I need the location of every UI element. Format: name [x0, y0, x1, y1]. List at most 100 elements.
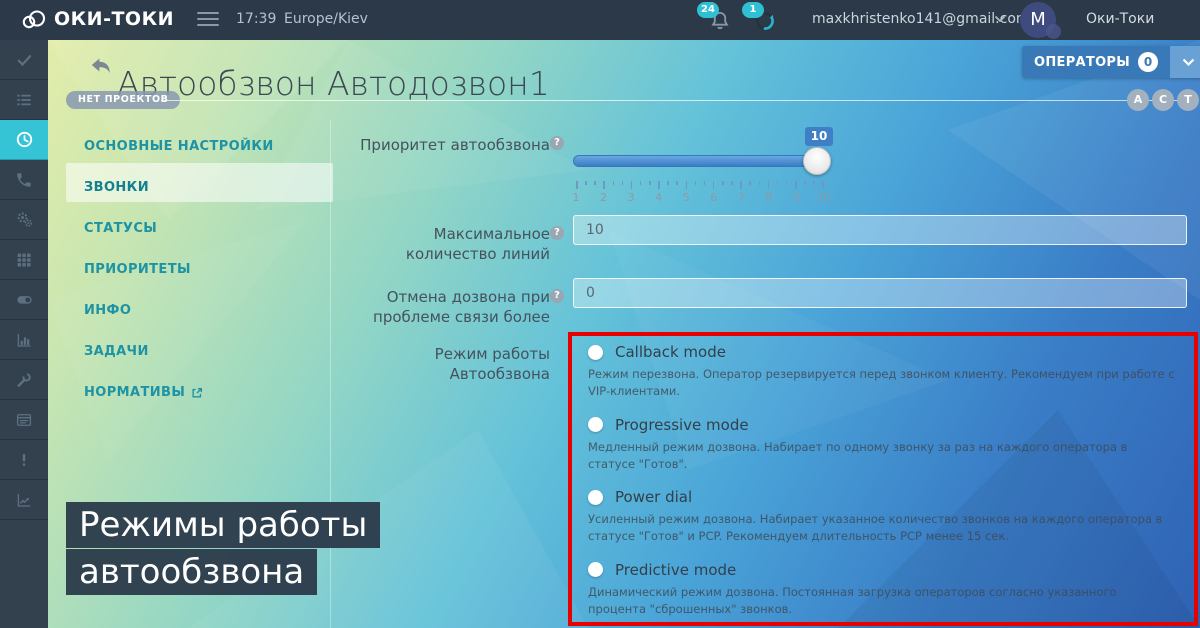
- slider-tick: [667, 181, 669, 185]
- slider-tick: [631, 181, 633, 189]
- settings-menu-item[interactable]: НОРМАТИВЫ: [84, 372, 334, 413]
- mode-option[interactable]: Callback modeРежим перезвона. Оператор р…: [588, 343, 1178, 401]
- sidebar-item-reports-bar-chart[interactable]: [0, 320, 48, 360]
- slider-tick: [576, 181, 578, 189]
- slider-tick: [686, 181, 688, 189]
- priority-slider-value: 10: [805, 127, 833, 146]
- radio-icon[interactable]: [588, 490, 603, 505]
- slider-tick: [759, 181, 761, 185]
- exclamation-icon: [15, 451, 33, 469]
- max-lines-help-icon[interactable]: ?: [550, 226, 564, 240]
- sidebar-item-settings-gears[interactable]: [0, 200, 48, 240]
- history-button[interactable]: 1: [752, 8, 778, 34]
- avatar-status-dot: [1046, 24, 1061, 39]
- card-icon: [15, 411, 33, 429]
- max-lines-label: Максимальное количество линий: [350, 224, 550, 264]
- chevron-down-icon[interactable]: [994, 15, 1006, 23]
- settings-menu-item[interactable]: ЗВОНКИ: [84, 167, 334, 208]
- priority-help-icon[interactable]: ?: [550, 136, 564, 150]
- sidebar-item-apps-grid[interactable]: [0, 240, 48, 280]
- cancel-dial-help-icon[interactable]: ?: [550, 289, 564, 303]
- sidebar-item-journal-card[interactable]: [0, 400, 48, 440]
- settings-menu-item-label: НОРМАТИВЫ: [84, 372, 185, 413]
- slider-tick: [722, 181, 724, 185]
- sidebar-item-autodialer-clock[interactable]: [0, 120, 48, 160]
- cancel-dial-input[interactable]: [573, 278, 1187, 308]
- radio-icon[interactable]: [588, 417, 603, 432]
- logo-text: ОКИ-ТОКИ: [54, 8, 174, 30]
- slider-tick: [813, 181, 815, 185]
- bar-chart-icon: [15, 331, 33, 349]
- sidebar-item-tasks-check[interactable]: [0, 40, 48, 80]
- operators-button[interactable]: ОПЕРАТОРЫ 0: [1022, 46, 1200, 78]
- slider-tick: [740, 181, 742, 189]
- settings-menu-item[interactable]: ЗАДАЧИ: [84, 331, 334, 372]
- sidebar-item-switches-toggle[interactable]: [0, 280, 48, 320]
- settings-menu-item[interactable]: ИНФО: [84, 290, 334, 331]
- line-chart-icon: [15, 491, 33, 509]
- slider-tick: [695, 181, 697, 185]
- slider-tick: [622, 181, 624, 185]
- slider-tick: [649, 181, 651, 185]
- timezone-label[interactable]: Europe/Kiev: [284, 11, 368, 27]
- settings-menu-item-label: ЗВОНКИ: [84, 167, 149, 208]
- menu-content-divider: [330, 120, 331, 628]
- radio-icon[interactable]: [588, 345, 603, 360]
- slider-tick: [585, 181, 587, 185]
- mode-option[interactable]: Power dial Усиленный режим дозвона. Набир…: [588, 488, 1178, 546]
- caption-text: автообзвона: [66, 549, 317, 595]
- letter-badge-a[interactable]: A: [1127, 89, 1149, 111]
- caption-text: Режимы работы: [66, 502, 380, 548]
- priority-slider-track[interactable]: [573, 155, 828, 167]
- sidebar-item-analytics-line-chart[interactable]: [0, 480, 48, 520]
- operators-button-label: ОПЕРАТОРЫ: [1034, 55, 1130, 70]
- mode-highlight-box: Callback modeРежим перезвона. Оператор р…: [568, 332, 1198, 626]
- slider-tick: [613, 181, 615, 185]
- settings-menu-item[interactable]: ПРИОРИТЕТЫ: [84, 249, 334, 290]
- top-bar: ОКИ-ТОКИ 17:39 Europe/Kiev 24 1 maxkhris…: [0, 0, 1200, 40]
- sidebar-item-calls-phone[interactable]: [0, 160, 48, 200]
- slider-tick-label: 5: [678, 191, 694, 204]
- letter-badges: ACT: [1127, 89, 1199, 111]
- back-button[interactable]: [88, 52, 114, 78]
- slider-tick-label: 10: [816, 191, 832, 204]
- slider-tick-label: 1: [568, 191, 584, 204]
- slider-tick: [676, 181, 678, 185]
- slider-tick-label: 3: [623, 191, 639, 204]
- mode-option-description: Усиленный режим дозвона. Набирает указан…: [588, 511, 1178, 546]
- check-icon: [15, 51, 33, 69]
- mode-option-label: Predictive mode: [615, 561, 736, 579]
- mode-option-label: Progressive mode: [615, 416, 749, 434]
- notifications-count-badge: 24: [697, 2, 719, 18]
- notifications-bell-button[interactable]: 24: [707, 8, 733, 34]
- slider-tick-label: 4: [651, 191, 667, 204]
- mode-label: Режим работы Автообзвона: [400, 344, 550, 384]
- mode-option-description: Медленный режим дозвона. Набирает по одн…: [588, 439, 1178, 474]
- slider-tick: [713, 181, 715, 189]
- mode-option[interactable]: Progressive mode Медленный режим дозвона.…: [588, 416, 1178, 474]
- cancel-dial-label: Отмена дозвона при проблеме связи более: [360, 287, 550, 327]
- slider-tick-label: 2: [596, 191, 612, 204]
- mode-option[interactable]: Predictive modeДинамический режим дозвон…: [588, 561, 1178, 619]
- letter-badge-c[interactable]: C: [1152, 89, 1174, 111]
- menu-icon[interactable]: [197, 12, 219, 28]
- radio-icon[interactable]: [588, 562, 603, 577]
- slider-tick-label: 7: [733, 191, 749, 204]
- app-logo[interactable]: ОКИ-ТОКИ: [20, 7, 174, 31]
- header-divider: [161, 100, 1188, 101]
- operators-dropdown-toggle[interactable]: [1170, 46, 1200, 78]
- mode-option-label: Power dial: [615, 488, 692, 506]
- grid-icon: [15, 251, 33, 269]
- priority-slider-handle[interactable]: [803, 147, 831, 175]
- sidebar-item-alerts-exclamation[interactable]: [0, 440, 48, 480]
- account-name: Оки-Токи: [1086, 11, 1154, 27]
- mode-options: Callback modeРежим перезвона. Оператор р…: [588, 343, 1178, 626]
- sidebar-item-tools-wrench[interactable]: [0, 360, 48, 400]
- operators-button-main[interactable]: ОПЕРАТОРЫ 0: [1022, 46, 1170, 78]
- sidebar-item-queues-list[interactable]: [0, 80, 48, 120]
- settings-menu-item[interactable]: ОСНОВНЫЕ НАСТРОЙКИ: [84, 126, 334, 167]
- clock-icon: [15, 130, 34, 149]
- settings-menu-item[interactable]: СТАТУСЫ: [84, 208, 334, 249]
- max-lines-input[interactable]: [573, 215, 1187, 245]
- letter-badge-t[interactable]: T: [1177, 89, 1199, 111]
